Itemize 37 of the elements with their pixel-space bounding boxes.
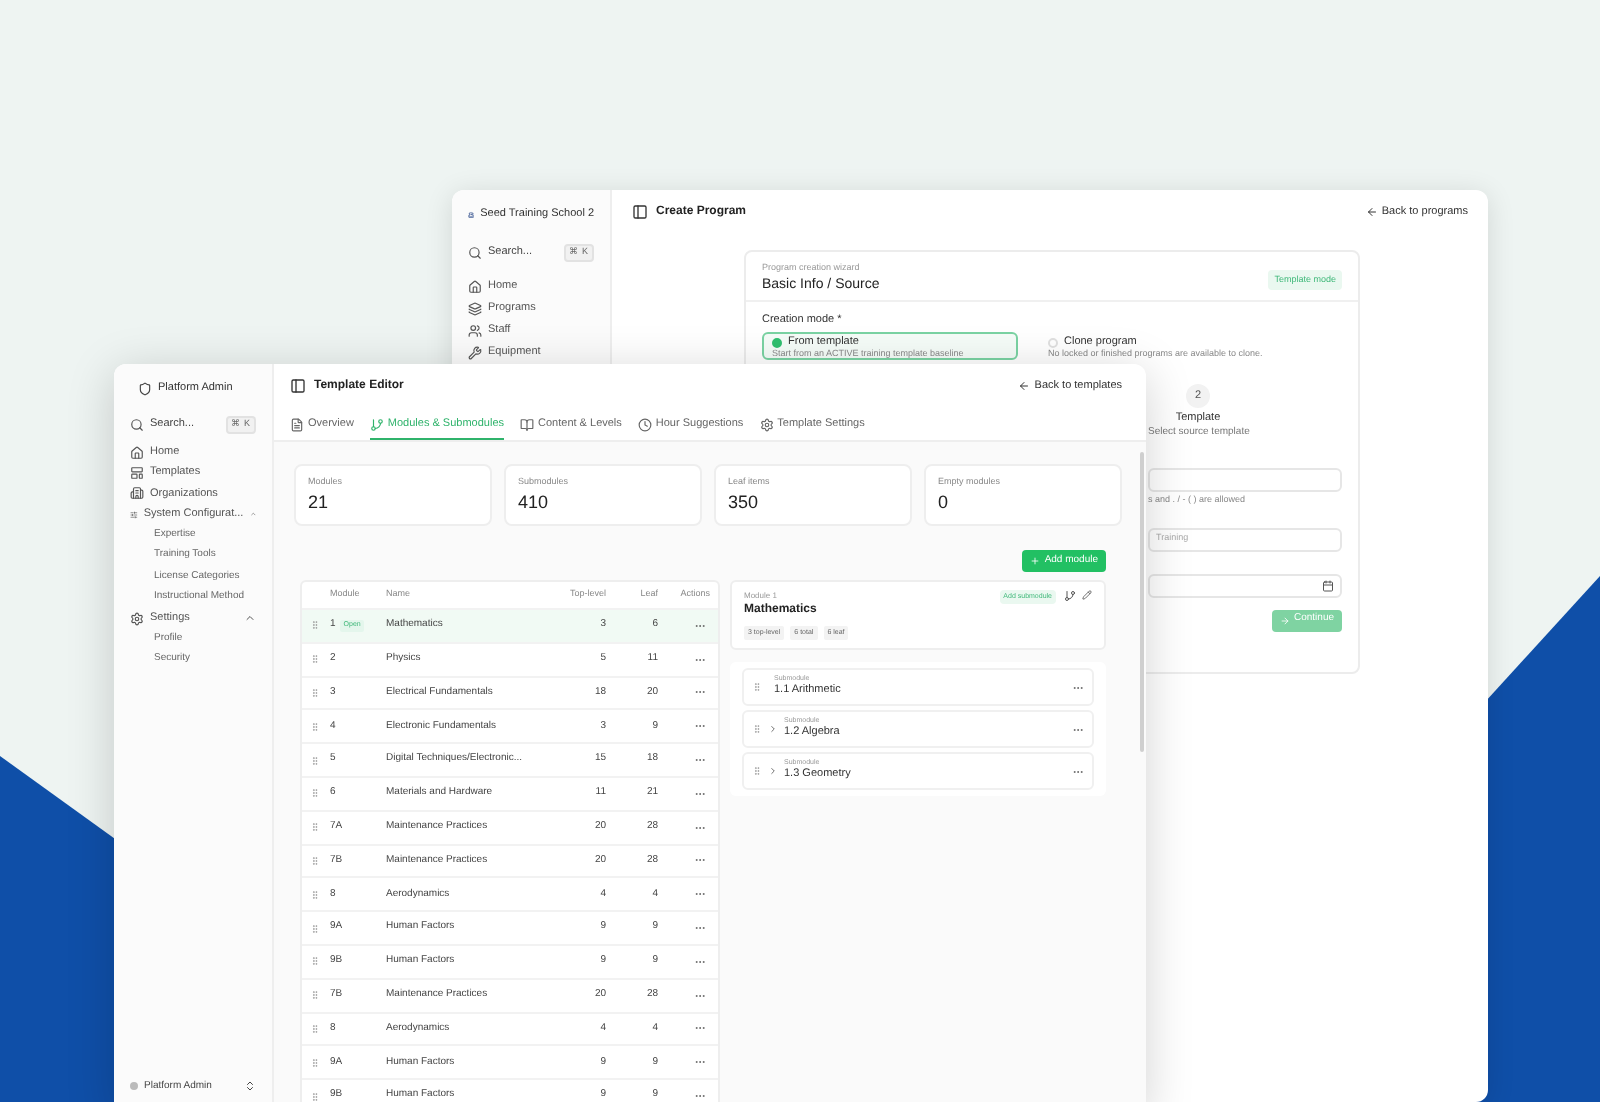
book-icon [520, 418, 535, 432]
template-icon [130, 466, 144, 481]
text-field[interactable] [1148, 467, 1342, 492]
arrow-left-icon [1365, 206, 1378, 218]
radio[interactable] [1048, 337, 1058, 347]
stat-value: 410 [518, 493, 551, 512]
settings-icon [759, 418, 774, 432]
home-icon [468, 280, 482, 294]
search-icon [468, 246, 482, 260]
arrow-right-icon [1279, 615, 1290, 625]
shield-icon [138, 381, 152, 395]
sidebar-toggle-icon[interactable] [290, 378, 306, 394]
plus-icon [1030, 556, 1041, 566]
search-icon [130, 418, 144, 432]
avatar-icon [130, 1082, 138, 1091]
home-icon [130, 445, 144, 460]
sidebar-toggle-icon[interactable] [632, 204, 648, 220]
radio-selected[interactable] [772, 337, 782, 347]
branch-icon [369, 418, 384, 432]
building-icon [130, 486, 144, 501]
stat-value: 21 [308, 493, 331, 512]
clock-icon [637, 418, 652, 432]
calendar-icon [1322, 579, 1334, 591]
stat-value: 0 [938, 493, 951, 512]
users-icon [468, 324, 482, 338]
chevron-right-icon[interactable] [768, 766, 778, 777]
wrench-icon [468, 346, 482, 360]
sliders-icon [130, 507, 138, 522]
branch-icon[interactable] [1064, 590, 1076, 602]
document-icon [290, 418, 304, 432]
arrow-left-icon [1018, 380, 1031, 392]
layers-icon [468, 302, 482, 316]
settings-icon [130, 611, 144, 626]
chevron-right-icon[interactable] [768, 724, 778, 735]
stat-value: 350 [728, 493, 761, 512]
date-field[interactable] [1148, 573, 1342, 597]
pencil-icon[interactable] [1082, 590, 1092, 600]
